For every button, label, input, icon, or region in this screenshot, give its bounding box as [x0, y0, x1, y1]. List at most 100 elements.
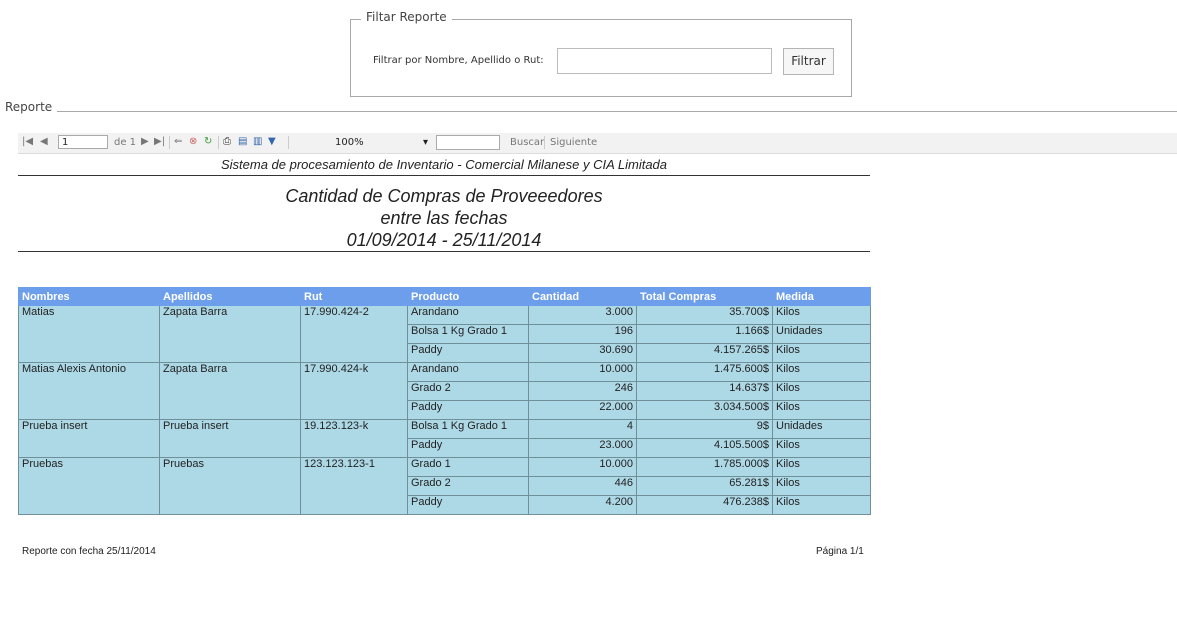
- column-header: Rut: [300, 287, 408, 306]
- cell-producto: Paddy: [407, 495, 529, 515]
- export-icon[interactable]: ▼: [268, 136, 276, 148]
- cell-producto: Paddy: [407, 343, 529, 363]
- cell-cantidad: 196: [528, 324, 637, 344]
- cell-total: 65.281$: [636, 476, 773, 496]
- first-page-icon[interactable]: |◀: [22, 136, 33, 148]
- report-toolbar: |◀ ◀ 1 de 1 ▶ ▶| ⇐ ⊗ ↻ ⎙ ▤ ▥ ▼ 100% ▾ Bus…: [18, 133, 1177, 154]
- stop-icon[interactable]: ⊗: [189, 136, 197, 148]
- cell-nombre: Matias Alexis Antonio: [18, 362, 160, 420]
- cell-nombre: Matias: [18, 305, 160, 363]
- table-row: Matias Zapata Barra 17.990.424-2 Arandano 3.…: [18, 305, 871, 363]
- page-number-input[interactable]: 1: [58, 135, 108, 149]
- cell-medida: Unidades: [772, 419, 871, 439]
- find-next-link[interactable]: Siguiente: [550, 137, 597, 148]
- page-count-label: de 1: [114, 137, 137, 148]
- cell-rut: 17.990.424-2: [300, 305, 408, 363]
- next-page-icon[interactable]: ▶: [141, 136, 149, 148]
- column-header: Medida: [772, 287, 871, 306]
- cell-cantidad: 10.000: [528, 362, 637, 382]
- cell-medida: Kilos: [772, 495, 871, 515]
- column-header: Cantidad: [528, 287, 637, 306]
- report-footer-page: Página 1/1: [816, 546, 864, 557]
- cell-medida: Kilos: [772, 400, 871, 420]
- cell-medida: Kilos: [772, 381, 871, 401]
- cell-medida: Kilos: [772, 305, 871, 325]
- table-row: Pruebas Pruebas 123.123.123-1 Grado 1 10.000…: [18, 457, 871, 515]
- header-divider: [18, 175, 870, 176]
- last-page-icon[interactable]: ▶|: [154, 136, 165, 148]
- chevron-down-icon: ▾: [423, 137, 429, 148]
- page-setup-icon[interactable]: ▥: [253, 136, 262, 148]
- cell-producto: Bolsa 1 Kg Grado 1: [407, 324, 529, 344]
- column-header: Total Compras: [636, 287, 773, 306]
- back-icon[interactable]: ⇐: [174, 136, 182, 148]
- cell-cantidad: 246: [528, 381, 637, 401]
- cell-total: 1.475.600$: [636, 362, 773, 382]
- cell-cantidad: 30.690: [528, 343, 637, 363]
- filter-panel: Filtar Reporte Filtrar por Nombre, Apell…: [350, 10, 852, 97]
- filter-button[interactable]: Filtrar: [783, 48, 834, 75]
- cell-producto: Grado 2: [407, 476, 529, 496]
- filter-legend: Filtar Reporte: [361, 10, 452, 24]
- title-line-1: Cantidad de Compras de Proveeedores: [285, 186, 603, 206]
- cell-producto: Bolsa 1 Kg Grado 1: [407, 419, 529, 439]
- print-layout-icon[interactable]: ▤: [238, 136, 247, 148]
- cell-medida: Unidades: [772, 324, 871, 344]
- zoom-value: 100%: [335, 137, 364, 148]
- cell-cantidad: 4: [528, 419, 637, 439]
- title-line-2: entre las fechas: [380, 208, 508, 228]
- cell-cantidad: 446: [528, 476, 637, 496]
- cell-cantidad: 23.000: [528, 438, 637, 458]
- cell-medida: Kilos: [772, 362, 871, 382]
- column-header: Nombres: [18, 287, 160, 306]
- cell-total: 476.238$: [636, 495, 773, 515]
- cell-cantidad: 22.000: [528, 400, 637, 420]
- report-footer-date: Reporte con fecha 25/11/2014: [22, 546, 156, 557]
- table-header-row: Nombres Apellidos Rut Producto Cantidad Total…: [18, 287, 871, 306]
- cell-medida: Kilos: [772, 457, 871, 477]
- cell-total: 1.166$: [636, 324, 773, 344]
- cell-total: 3.034.500$: [636, 400, 773, 420]
- table-row: Matias Alexis Antonio Zapata Barra 17.990.…: [18, 362, 871, 420]
- cell-total: 35.700$: [636, 305, 773, 325]
- purchases-table: Nombres Apellidos Rut Producto Cantidad Total…: [18, 287, 871, 515]
- filter-label: Filtrar por Nombre, Apellido o Rut:: [373, 55, 544, 66]
- report-title: Cantidad de Compras de Proveeedores entr…: [18, 185, 870, 251]
- cell-producto: Paddy: [407, 400, 529, 420]
- cell-apellido: Prueba insert: [159, 419, 301, 458]
- cell-total: 1.785.000$: [636, 457, 773, 477]
- cell-nombre: Pruebas: [18, 457, 160, 515]
- cell-medida: Kilos: [772, 343, 871, 363]
- cell-cantidad: 4.200: [528, 495, 637, 515]
- cell-medida: Kilos: [772, 476, 871, 496]
- cell-nombre: Prueba insert: [18, 419, 160, 458]
- cell-apellido: Zapata Barra: [159, 305, 301, 363]
- report-header: Sistema de procesamiento de Inventario -…: [220, 157, 668, 172]
- refresh-icon[interactable]: ↻: [204, 136, 212, 148]
- cell-producto: Grado 1: [407, 457, 529, 477]
- cell-rut: 17.990.424-k: [300, 362, 408, 420]
- cell-rut: 123.123.123-1: [300, 457, 408, 515]
- cell-medida: Kilos: [772, 438, 871, 458]
- find-link[interactable]: Buscar: [510, 137, 544, 148]
- cell-producto: Arandano: [407, 305, 529, 325]
- zoom-select[interactable]: 100% ▾: [335, 135, 435, 150]
- table-row: Prueba insert Prueba insert 19.123.123-k Bo…: [18, 419, 871, 458]
- cell-cantidad: 3.000: [528, 305, 637, 325]
- cell-total: 14.637$: [636, 381, 773, 401]
- cell-rut: 19.123.123-k: [300, 419, 408, 458]
- cell-total: 4.105.500$: [636, 438, 773, 458]
- cell-apellido: Pruebas: [159, 457, 301, 515]
- search-input[interactable]: [436, 135, 500, 150]
- cell-producto: Grado 2: [407, 381, 529, 401]
- report-legend: Reporte: [0, 100, 58, 114]
- print-icon[interactable]: ⎙: [223, 136, 231, 148]
- cell-producto: Arandano: [407, 362, 529, 382]
- cell-total: 4.157.265$: [636, 343, 773, 363]
- previous-page-icon[interactable]: ◀: [40, 136, 48, 148]
- cell-total: 9$: [636, 419, 773, 439]
- filter-input[interactable]: [557, 48, 772, 74]
- title-line-3: 01/09/2014 - 25/11/2014: [346, 230, 542, 250]
- column-header: Producto: [407, 287, 529, 306]
- cell-producto: Paddy: [407, 438, 529, 458]
